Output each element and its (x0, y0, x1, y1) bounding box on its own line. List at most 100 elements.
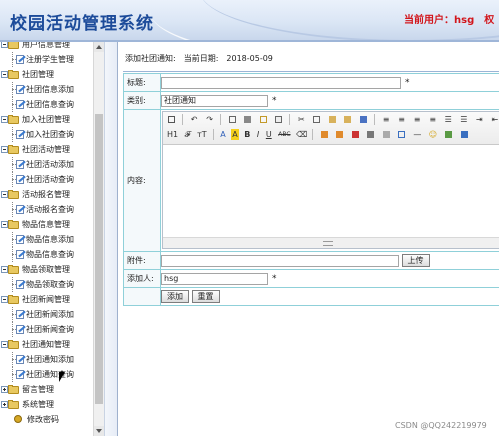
undo-icon[interactable]: ↶ (189, 114, 200, 125)
font-color-button[interactable]: A (219, 129, 226, 140)
font-size-button[interactable]: тT (196, 129, 208, 140)
sidebar-item[interactable]: 社团通知查询 (0, 367, 92, 382)
editor-resize-bar[interactable] (163, 237, 499, 248)
folder-icon (8, 385, 20, 394)
sidebar-item[interactable]: 社团活动查询 (0, 172, 92, 187)
sidebar-item[interactable]: 社团通知添加 (0, 352, 92, 367)
expand-icon[interactable] (1, 401, 8, 408)
preview-icon[interactable] (227, 114, 238, 125)
collapse-icon[interactable] (1, 221, 8, 228)
sidebar-item[interactable]: 物品信息添加 (0, 232, 92, 247)
attachment-input[interactable] (161, 254, 399, 267)
sidebar-item[interactable]: 物品信息查询 (0, 247, 92, 262)
sidebar-item[interactable]: 活动报名查询 (0, 202, 92, 217)
title-input[interactable] (161, 76, 401, 89)
copy-icon[interactable] (311, 114, 322, 125)
unordered-list-icon[interactable]: ☰ (458, 114, 469, 125)
sidebar-item[interactable]: 社团新闻添加 (0, 307, 92, 322)
sidebar-item-label: 社团活动添加 (26, 160, 74, 169)
remove-format-icon[interactable]: ⌫ (296, 129, 307, 140)
sidebar-item[interactable]: 社团活动添加 (0, 157, 92, 172)
hr-icon[interactable]: — (412, 129, 423, 140)
sidebar-item-change-password[interactable]: 修改密码 (0, 412, 92, 427)
expand-icon[interactable] (1, 386, 8, 393)
heading-button[interactable]: H1 (166, 129, 179, 140)
link-icon[interactable] (459, 129, 470, 140)
adder-label: 添加人: (123, 269, 161, 288)
submit-button[interactable]: 添加 (161, 290, 189, 303)
sidebar-item[interactable]: 注册学生管理 (0, 52, 92, 67)
sidebar-group[interactable]: 社团管理 (0, 67, 92, 82)
italic-button[interactable]: I (256, 129, 260, 140)
code-icon[interactable] (273, 114, 284, 125)
sidebar-group[interactable]: 社团通知管理 (0, 337, 92, 352)
sidebar-item[interactable]: 社团信息查询 (0, 97, 92, 112)
sidebar-group[interactable]: 留言管理 (0, 382, 92, 397)
bold-button[interactable]: B (243, 129, 251, 140)
align-center-icon[interactable]: ≡ (396, 114, 407, 125)
sidebar-item[interactable]: 物品领取查询 (0, 277, 92, 292)
flash-icon[interactable] (350, 129, 361, 140)
nav-tree: 用户信息管理 注册学生管理 社团管理 社团信息添加 社团信息查询 加入社团管理 加入社团查询… (0, 42, 92, 427)
title-cell: * (160, 73, 499, 92)
adder-input[interactable]: hsg (161, 272, 268, 285)
collapse-icon[interactable] (1, 266, 8, 273)
indent-icon[interactable]: ⇥ (474, 114, 485, 125)
template-icon[interactable] (258, 114, 269, 125)
sidebar-item[interactable]: 社团新闻查询 (0, 322, 92, 337)
file-icon[interactable] (381, 129, 392, 140)
sidebar-scrollbar[interactable] (93, 42, 104, 436)
sidebar-group-label: 活动报名管理 (22, 190, 70, 199)
collapse-icon[interactable] (1, 146, 8, 153)
media-icon[interactable] (365, 129, 376, 140)
html-icon[interactable] (166, 114, 177, 125)
underline-button[interactable]: U (265, 129, 273, 140)
align-right-icon[interactable]: ≡ (412, 114, 423, 125)
sidebar-group[interactable]: 加入社团管理 (0, 112, 92, 127)
align-justify-icon[interactable]: ≡ (427, 114, 438, 125)
scroll-thumb[interactable] (95, 114, 103, 404)
paste-icon[interactable] (327, 114, 338, 125)
category-input[interactable]: 社团通知 (161, 94, 268, 107)
sidebar-group[interactable]: 社团活动管理 (0, 142, 92, 157)
sidebar-group[interactable]: 系统管理 (0, 397, 92, 412)
multi-image-icon[interactable] (334, 129, 345, 140)
form-row-adder: 添加人: hsg * (123, 269, 499, 288)
upload-button[interactable]: 上传 (401, 254, 430, 267)
reset-button[interactable]: 重置 (191, 290, 220, 303)
scroll-up-button[interactable] (94, 42, 104, 52)
collapse-icon[interactable] (1, 191, 8, 198)
paste-text-icon[interactable] (342, 114, 353, 125)
sidebar-item[interactable]: 加入社团查询 (0, 127, 92, 142)
ordered-list-icon[interactable]: ☰ (443, 114, 454, 125)
sidebar-group[interactable]: 物品领取管理 (0, 262, 92, 277)
resize-grip-icon[interactable] (323, 241, 333, 246)
sidebar-group[interactable]: 用户信息管理 (0, 42, 92, 52)
image-icon[interactable] (319, 129, 330, 140)
font-family-button[interactable]: 𝓕 (184, 129, 192, 140)
collapse-icon[interactable] (1, 42, 8, 48)
outdent-icon[interactable]: ⇤ (489, 114, 499, 125)
redo-icon[interactable]: ↷ (204, 114, 215, 125)
editor-content-area[interactable] (163, 145, 499, 237)
align-left-icon[interactable]: ≡ (381, 114, 392, 125)
sidebar-group[interactable]: 物品信息管理 (0, 217, 92, 232)
emoticon-icon[interactable]: ☺ (427, 129, 438, 140)
cut-icon[interactable]: ✂ (296, 114, 307, 125)
highlight-button[interactable]: A (231, 129, 239, 140)
collapse-icon[interactable] (1, 296, 8, 303)
sidebar-group[interactable]: 活动报名管理 (0, 187, 92, 202)
table-icon[interactable] (396, 129, 407, 140)
paste-word-icon[interactable] (358, 114, 369, 125)
collapse-icon[interactable] (1, 116, 8, 123)
pagebreak-icon[interactable] (443, 129, 454, 140)
collapse-icon[interactable] (1, 71, 8, 78)
scroll-down-button[interactable] (94, 426, 104, 436)
collapse-icon[interactable] (1, 341, 8, 348)
frame-divider[interactable] (104, 42, 118, 436)
date-value: 2018-05-09 (226, 54, 273, 63)
sidebar-group[interactable]: 社团新闻管理 (0, 292, 92, 307)
print-icon[interactable] (242, 114, 253, 125)
strike-button[interactable]: ABC (277, 129, 291, 140)
sidebar-item[interactable]: 社团信息添加 (0, 82, 92, 97)
